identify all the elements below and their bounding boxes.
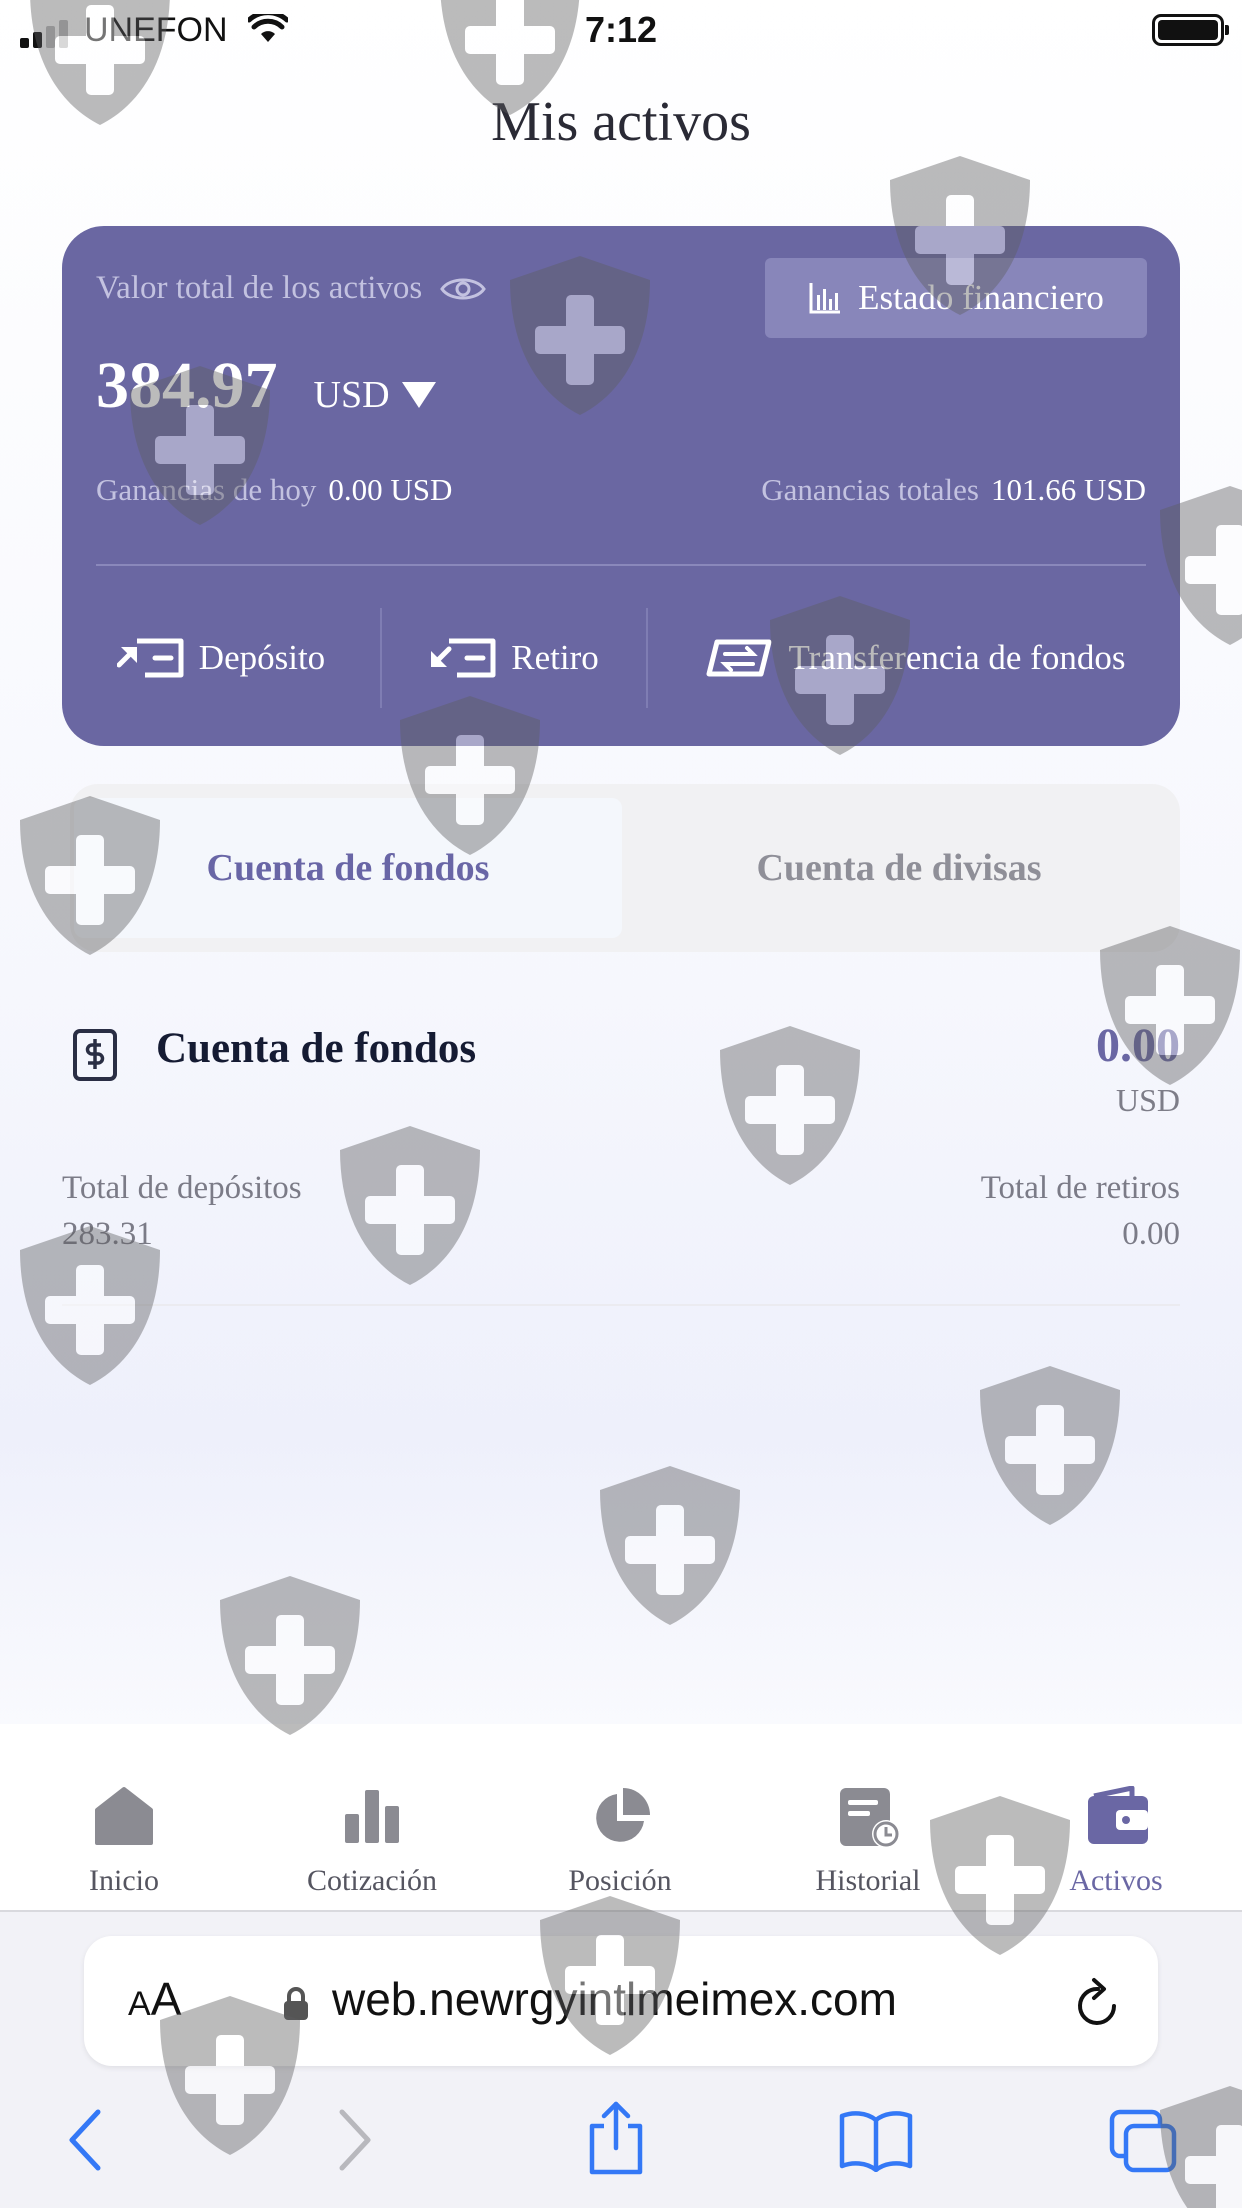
bottom-navigation: Inicio Cotización Posición Historial Act… xyxy=(0,1724,1242,1912)
today-earnings: Ganancias de hoy 0.00 USD xyxy=(96,472,452,508)
fund-account-title: Cuenta de fondos xyxy=(156,1025,477,1072)
shield-watermark-icon xyxy=(210,1570,370,1740)
shield-watermark-icon xyxy=(330,1120,490,1290)
address-bar[interactable]: AA web.newrgyintlmeimex.com xyxy=(84,1936,1158,2066)
financial-statement-button[interactable]: Estado financiero xyxy=(765,258,1147,338)
history-icon xyxy=(840,1788,900,1848)
share-icon[interactable] xyxy=(586,2100,646,2176)
page-title: Mis activos xyxy=(491,91,751,153)
nav-item-assets[interactable]: Activos xyxy=(992,1724,1240,1912)
total-deposits-label: Total de depósitos xyxy=(62,1170,302,1206)
withdraw-button[interactable]: Retiro xyxy=(382,610,646,706)
home-icon xyxy=(95,1787,153,1845)
status-bar: UNEFON 7:12 xyxy=(0,0,1242,60)
nav-item-history[interactable]: Historial xyxy=(744,1724,992,1912)
caret-down-icon xyxy=(401,382,436,408)
dollar-document-icon xyxy=(73,1029,117,1081)
transfer-icon xyxy=(706,639,772,677)
nav-item-quotes[interactable]: Cotización xyxy=(248,1724,496,1912)
nav-label: Posición xyxy=(568,1864,672,1897)
tab-currency-account[interactable]: Cuenta de divisas xyxy=(622,798,1176,938)
nav-label: Historial xyxy=(815,1864,921,1897)
fund-account-value: 0.00 xyxy=(1096,1019,1180,1072)
total-assets-label-row: Valor total de los activos xyxy=(96,270,487,307)
withdraw-icon xyxy=(431,638,496,678)
total-withdrawals-value: 0.00 xyxy=(1122,1216,1180,1252)
asset-actions: Depósito Retiro Transferencia de fondos xyxy=(62,608,1180,708)
nav-label: Activos xyxy=(1069,1864,1163,1897)
today-earnings-value: 0.00 USD xyxy=(328,472,453,507)
nav-item-home[interactable]: Inicio xyxy=(0,1724,248,1912)
text-size-button[interactable]: AA xyxy=(128,1972,181,2026)
nav-label: Inicio xyxy=(89,1864,159,1897)
today-earnings-label: Ganancias de hoy xyxy=(96,472,317,507)
url-text: web.newrgyintlmeimex.com xyxy=(332,1973,897,2025)
reload-icon[interactable] xyxy=(1074,1976,1122,2028)
total-withdrawals-label: Total de retiros xyxy=(980,1170,1180,1206)
nav-item-position[interactable]: Posición xyxy=(496,1724,744,1912)
deposit-button[interactable]: Depósito xyxy=(62,610,380,706)
pie-chart-icon xyxy=(596,1788,650,1842)
back-icon[interactable] xyxy=(66,2108,106,2172)
total-assets-label: Valor total de los activos xyxy=(96,270,423,306)
clock: 7:12 xyxy=(584,9,658,50)
deposit-icon xyxy=(116,638,184,678)
nav-label: Cotización xyxy=(307,1864,437,1897)
currency-selector[interactable]: USD xyxy=(314,373,436,417)
total-balance: 384.97 xyxy=(96,349,278,422)
bar-chart-icon xyxy=(345,1790,399,1843)
transfer-funds-label: Transferencia de fondos xyxy=(788,638,1126,677)
total-deposits-value: 283.31 xyxy=(62,1216,153,1252)
divider xyxy=(62,1304,1180,1306)
tab-funds-account[interactable]: Cuenta de fondos xyxy=(74,798,622,938)
deposit-label: Depósito xyxy=(198,638,326,677)
wallet-icon xyxy=(1088,1786,1148,1844)
account-tabs: Cuenta de fondos Cuenta de divisas xyxy=(70,784,1180,952)
forward-icon[interactable] xyxy=(334,2108,374,2172)
total-earnings-value: 101.66 USD xyxy=(990,472,1146,507)
tabs-icon[interactable] xyxy=(1108,2108,1178,2174)
withdraw-label: Retiro xyxy=(511,638,599,677)
total-earnings-label: Ganancias totales xyxy=(761,472,979,507)
lock-icon xyxy=(284,1987,308,2020)
eye-icon[interactable] xyxy=(440,274,487,304)
balance-row: 384.97 USD xyxy=(96,348,436,424)
bookmarks-icon[interactable] xyxy=(838,2108,914,2172)
shield-watermark-icon xyxy=(970,1360,1130,1530)
divider xyxy=(96,564,1146,566)
total-earnings: Ganancias totales 101.66 USD xyxy=(761,472,1146,508)
browser-toolbar: AA web.newrgyintlmeimex.com xyxy=(0,1912,1242,2208)
fund-account-unit: USD xyxy=(1115,1082,1180,1118)
shield-watermark-icon xyxy=(590,1460,750,1630)
financial-statement-label: Estado financiero xyxy=(858,278,1104,317)
bar-chart-icon xyxy=(809,283,841,314)
shield-watermark-icon xyxy=(710,1020,870,1190)
battery-icon xyxy=(1152,14,1229,46)
currency-label: USD xyxy=(313,374,390,416)
transfer-funds-button[interactable]: Transferencia de fondos xyxy=(648,610,1180,706)
asset-summary-card: Valor total de los activos Estado financ… xyxy=(62,226,1180,746)
